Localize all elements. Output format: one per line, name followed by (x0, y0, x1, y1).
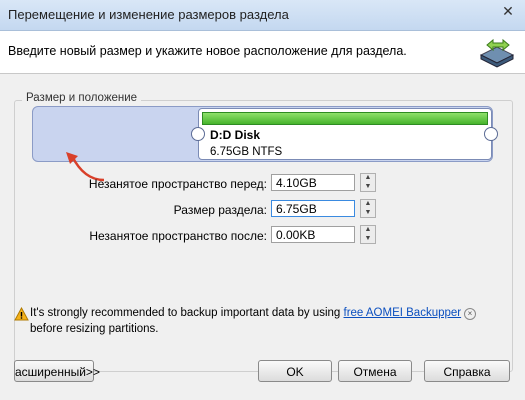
backup-warning: It's strongly recommended to backup impo… (30, 305, 470, 337)
space-after-input[interactable]: 0.00KB (271, 226, 355, 243)
warning-text-end: before resizing partitions. (30, 323, 159, 335)
ok-button[interactable]: OK (258, 360, 332, 382)
partition-resize-icon (479, 38, 515, 68)
partition-size-stepper[interactable]: ▲ ▼ (360, 199, 376, 218)
stepper-up-icon[interactable]: ▲ (361, 200, 375, 208)
aomei-backupper-link[interactable]: free AOMEI Backupper (344, 307, 462, 319)
partition-size-label: Размер раздела: (173, 203, 267, 217)
space-after-stepper[interactable]: ▲ ▼ (360, 225, 376, 244)
warning-triangle-icon (14, 307, 29, 321)
stepper-down-icon[interactable]: ▼ (361, 235, 375, 243)
space-after-label: Незанятое пространство после: (89, 229, 267, 243)
group-label: Размер и положение (22, 92, 142, 104)
stepper-down-icon[interactable]: ▼ (361, 183, 375, 191)
title-bar: Перемещение и изменение размеров раздела… (0, 0, 525, 31)
partition-usage-bar (202, 112, 488, 125)
left-resize-handle[interactable] (191, 127, 205, 141)
help-button[interactable]: Справка (424, 360, 510, 382)
partition-size-input[interactable]: 6.75GB (271, 200, 355, 217)
right-resize-handle[interactable] (484, 127, 498, 141)
cancel-button[interactable]: Отмена (338, 360, 412, 382)
window-title: Перемещение и изменение размеров раздела (8, 7, 289, 22)
dialog-subtitle: Введите новый размер и укажите новое рас… (8, 44, 407, 58)
stepper-up-icon[interactable]: ▲ (361, 226, 375, 234)
space-before-label: Незанятое пространство перед: (88, 177, 267, 191)
stepper-up-icon[interactable]: ▲ (361, 174, 375, 182)
partition-name: D:D Disk (210, 128, 261, 142)
space-before-stepper[interactable]: ▲ ▼ (360, 173, 376, 192)
dismiss-warning-icon[interactable]: × (464, 308, 476, 320)
advanced-button[interactable]: асширенный>> (14, 360, 100, 382)
stepper-down-icon[interactable]: ▼ (361, 209, 375, 217)
warning-text-start: It's strongly recommended to backup impo… (30, 307, 344, 319)
partition-info: 6.75GB NTFS (210, 146, 283, 158)
close-icon[interactable]: ✕ (501, 4, 515, 18)
dialog-header: Введите новый размер и укажите новое рас… (0, 31, 525, 74)
space-before-input[interactable]: 4.10GB (271, 174, 355, 191)
